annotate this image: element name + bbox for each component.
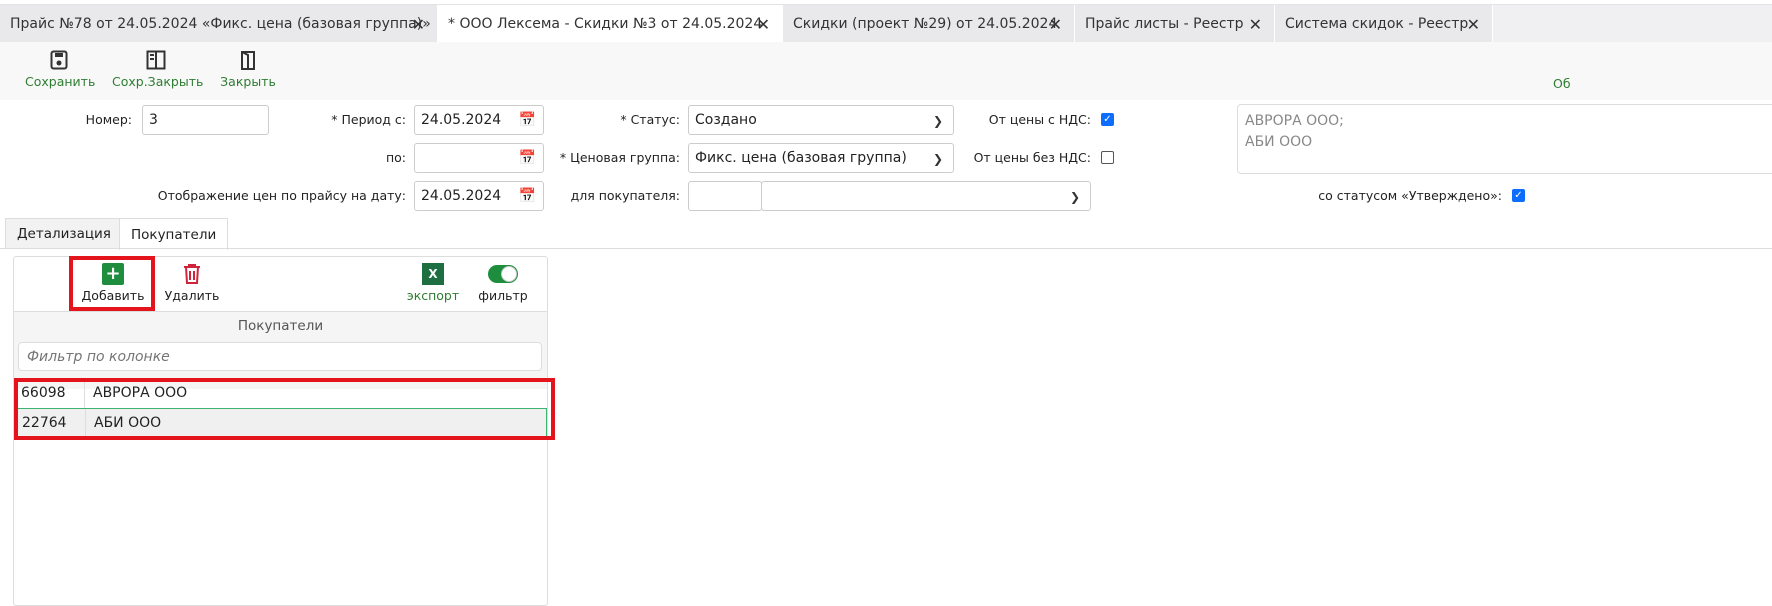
tab-discount-system[interactable]: Система скидок - Реестр ✕ <box>1275 5 1493 43</box>
chevron-down-icon: ❯ <box>1069 190 1080 204</box>
tab-price-registry[interactable]: Прайс листы - Реестр ✕ <box>1075 5 1275 43</box>
chevron-down-icon: ❯ <box>932 114 943 128</box>
toolbar-cut-button[interactable]: Об <box>1553 76 1571 91</box>
close-icon[interactable]: ✕ <box>757 15 770 34</box>
tab-discounts-3[interactable]: * ООО Лексема - Скидки №3 от 24.05.2024 ✕ <box>438 5 783 43</box>
vat-incl-label: От цены с НДС: <box>988 112 1091 127</box>
approved-label: со статусом «Утверждено»: <box>1318 188 1502 203</box>
save-close-button[interactable]: Сохр.Закрыть <box>112 50 204 89</box>
close-label: Закрыть <box>220 74 276 89</box>
plus-icon: + <box>102 263 124 285</box>
close-icon[interactable]: ✕ <box>1467 15 1480 34</box>
tab-discounts-project[interactable]: Скидки (проект №29) от 24.05.2024 ✕ <box>783 5 1075 43</box>
vat-excl-label: От цены без НДС: <box>973 150 1091 165</box>
column-header[interactable]: Покупатели <box>14 318 547 334</box>
add-button[interactable]: + Добавить <box>78 263 148 303</box>
period-from-value: 24.05.2024 <box>421 112 502 128</box>
status-label: * Статус: <box>620 112 680 127</box>
calendar-icon[interactable]: 📅 <box>519 112 536 128</box>
export-label: экспорт <box>406 288 460 303</box>
filter-toggle[interactable]: фильтр <box>476 263 530 303</box>
tab-bar: Прайс №78 от 24.05.2024 «Фикс. цена (баз… <box>0 4 1772 43</box>
buyers-textarea[interactable]: АВРОРА ООО; АБИ ООО <box>1237 104 1772 174</box>
display-date-input[interactable]: 24.05.2024 📅 <box>414 181 544 211</box>
buyer-label: для покупателя: <box>570 188 680 203</box>
period-from-input[interactable]: 24.05.2024 📅 <box>414 105 544 135</box>
delete-button[interactable]: Удалить <box>162 263 222 303</box>
price-group-select[interactable]: Фикс. цена (базовая группа) ❯ <box>688 143 954 173</box>
excel-icon: X <box>422 263 444 285</box>
add-label: Добавить <box>81 288 145 303</box>
trash-icon <box>184 264 200 284</box>
close-icon[interactable]: ✕ <box>1049 15 1062 34</box>
tab-details[interactable]: Детализация <box>5 218 123 249</box>
calendar-icon[interactable]: 📅 <box>519 188 536 204</box>
buyer-code-input[interactable] <box>688 181 762 211</box>
highlight-box <box>14 378 555 440</box>
tab-label: Детализация <box>17 226 111 242</box>
status-select[interactable]: Создано ❯ <box>688 105 954 135</box>
delete-label: Удалить <box>164 288 220 303</box>
tab-price-78[interactable]: Прайс №78 от 24.05.2024 «Фикс. цена (баз… <box>0 5 438 43</box>
export-button[interactable]: X экспорт <box>405 263 461 303</box>
save-icon <box>50 50 68 70</box>
column-filter-input[interactable] <box>18 342 542 371</box>
tab-label: Прайс листы - Реестр <box>1085 16 1244 32</box>
buyers-text-line: АБИ ООО <box>1245 134 1313 150</box>
price-group-label: * Ценовая группа: <box>559 150 680 165</box>
vat-incl-checkbox[interactable]: ✓ <box>1101 113 1114 126</box>
calendar-icon[interactable]: 📅 <box>519 150 536 166</box>
period-to-input[interactable]: 📅 <box>414 143 544 173</box>
display-date-value: 24.05.2024 <box>421 188 502 204</box>
approved-checkbox[interactable]: ✓ <box>1512 189 1525 202</box>
cut-label: Об <box>1553 76 1571 91</box>
door-icon <box>241 51 255 70</box>
save-label: Сохранить <box>25 74 96 89</box>
toolbar: Сохранить Сохр.Закрыть Закрыть Об <box>0 42 1772 100</box>
toggle-icon <box>488 265 518 283</box>
tab-label: Скидки (проект №29) от 24.05.2024 <box>793 16 1058 32</box>
number-label: Номер: <box>85 112 132 127</box>
tab-label: Прайс №78 от 24.05.2024 «Фикс. цена (баз… <box>10 16 431 32</box>
save-close-icon <box>146 50 166 70</box>
tab-label: * ООО Лексема - Скидки №3 от 24.05.2024 <box>448 16 763 32</box>
period-from-label: * Период с: <box>331 112 406 127</box>
divider <box>0 248 1772 249</box>
vat-excl-checkbox[interactable] <box>1101 151 1114 164</box>
tab-label: Система скидок - Реестр <box>1285 16 1469 32</box>
number-input[interactable]: 3 <box>142 105 269 135</box>
number-value: 3 <box>149 112 158 128</box>
price-group-value: Фикс. цена (базовая группа) <box>695 150 907 166</box>
close-button[interactable]: Закрыть <box>220 50 276 89</box>
chevron-down-icon: ❯ <box>932 152 943 166</box>
buyer-select[interactable]: ❯ <box>761 181 1091 211</box>
display-date-label: Отображение цен по прайсу на дату: <box>157 188 406 203</box>
status-value: Создано <box>695 112 757 128</box>
filter-label: фильтр <box>478 288 528 303</box>
period-to-label: по: <box>385 150 406 165</box>
buyers-text-line: АВРОРА ООО; <box>1245 113 1344 129</box>
save-button[interactable]: Сохранить <box>25 50 96 89</box>
close-icon[interactable]: ✕ <box>412 15 425 34</box>
close-icon[interactable]: ✕ <box>1249 15 1262 34</box>
tab-buyers[interactable]: Покупатели <box>119 218 229 250</box>
tab-label: Покупатели <box>131 226 217 243</box>
save-close-label: Сохр.Закрыть <box>112 74 204 89</box>
